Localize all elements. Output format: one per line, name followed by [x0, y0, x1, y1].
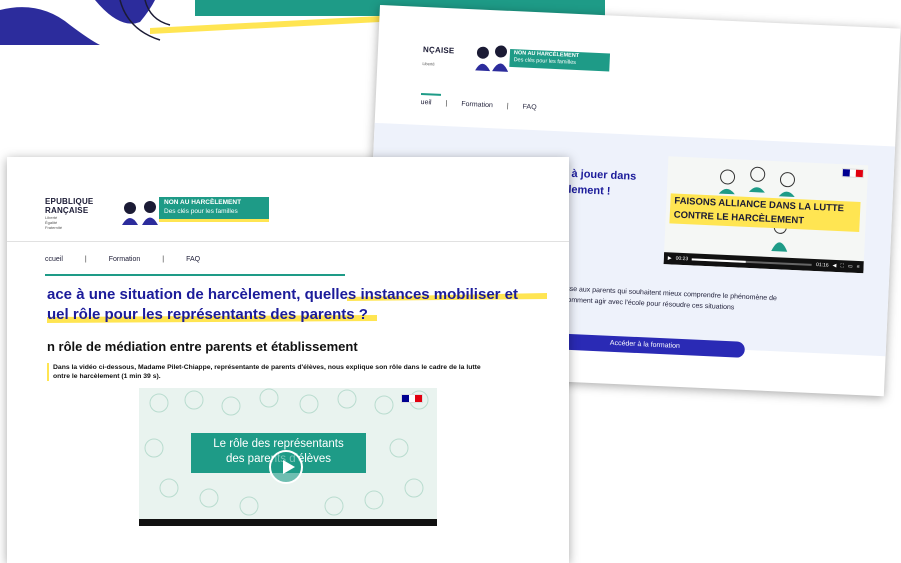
- captions-icon[interactable]: ▭: [848, 264, 853, 270]
- main-nav: ccueil | Formation | FAQ: [45, 256, 200, 263]
- hero-yellow-stroke: [150, 16, 380, 34]
- nav-separator: |: [84, 256, 87, 263]
- nav-formation[interactable]: Formation: [109, 256, 141, 263]
- fullscreen-icon[interactable]: ⛶: [840, 263, 844, 269]
- logo-people-icon: [475, 45, 509, 72]
- video-player[interactable]: FAISONS ALLIANCE DANS LA LUTTE CONTRE LE…: [663, 156, 869, 274]
- page-title: ace à une situation de harcèlement, quel…: [47, 286, 518, 323]
- time-current: 00:23: [675, 255, 689, 263]
- nav-home[interactable]: ccueil: [45, 256, 63, 263]
- seek-bar[interactable]: [692, 258, 813, 266]
- nav-separator: |: [162, 256, 165, 263]
- site-badge: NON AU HARCÈLEMENT Des clés pour les fam…: [509, 48, 611, 72]
- logo-line2: RANÇAISE: [45, 206, 89, 215]
- site-badge: NON AU HARCÈLEMENT Des clés pour les fam…: [159, 197, 269, 219]
- video-player[interactable]: Le rôle des représentants des parents d'…: [139, 388, 437, 526]
- nav-formation[interactable]: Formation: [461, 101, 493, 109]
- rf-logo: NÇAISE Liberté: [422, 45, 454, 67]
- rf-logo: EPUBLIQUE RANÇAISE Liberté Égalité Frate…: [45, 197, 93, 230]
- section-title: n rôle de médiation entre parents et éta…: [47, 339, 358, 354]
- play-icon[interactable]: ▶: [668, 255, 672, 261]
- nav-faq[interactable]: FAQ: [186, 256, 200, 263]
- play-button[interactable]: [269, 450, 303, 484]
- volume-icon[interactable]: ◀: [832, 263, 836, 269]
- video-title-line1: Le rôle des représentants: [213, 438, 344, 450]
- logo-text: NÇAISE: [422, 45, 455, 56]
- french-flag-icon: [401, 394, 423, 403]
- nav-faq[interactable]: FAQ: [522, 104, 536, 112]
- seek-progress: [692, 258, 747, 263]
- video-controls: [139, 519, 437, 526]
- main-nav: ueil | Formation | FAQ: [420, 99, 536, 111]
- logo-motto: Liberté: [422, 60, 435, 67]
- body-text: Dans la vidéo ci-dessous, Madame Pilet-C…: [47, 363, 562, 381]
- logo-motto-3: Fraternité: [45, 225, 63, 230]
- nav-separator: |: [445, 100, 448, 108]
- nav-active-indicator: [420, 92, 442, 96]
- nav-home[interactable]: ueil: [420, 99, 431, 106]
- header-divider: [7, 241, 569, 242]
- site-subtitle: Des clés pour les familles: [164, 207, 238, 215]
- nav-active-indicator: [45, 274, 345, 276]
- screenshot-article-page: EPUBLIQUE RANÇAISE Liberté Égalité Frate…: [7, 157, 569, 563]
- nav-separator: |: [506, 102, 509, 110]
- menu-icon[interactable]: ≡: [857, 264, 860, 270]
- site-title: NON AU HARCÈLEMENT: [164, 199, 242, 206]
- french-flag-icon: [841, 168, 865, 179]
- screenshot-collage: NÇAISE Liberté NON AU HARCÈLEMENT Des cl…: [0, 0, 901, 563]
- badge-underline: [159, 219, 269, 222]
- logo-people-icon: [122, 201, 158, 225]
- time-total: 01:16: [815, 262, 829, 269]
- logo-line1: EPUBLIQUE: [45, 197, 94, 206]
